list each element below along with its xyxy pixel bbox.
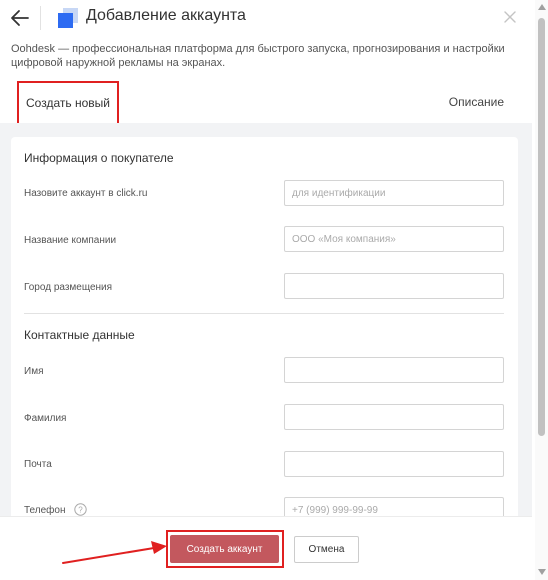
cancel-button[interactable]: Отмена — [294, 536, 359, 563]
contact-section-title: Контактные данные — [24, 328, 135, 342]
first-name-label: Имя — [24, 366, 44, 377]
squares-logo-icon — [58, 8, 78, 28]
svg-text:?: ? — [78, 506, 83, 515]
city-label: Город размещения — [24, 282, 113, 293]
section-divider — [24, 313, 504, 314]
form-content-area: Информация о покупателе Назовите аккаунт… — [0, 123, 532, 516]
tabs-bar: Создать новый Описание — [0, 80, 532, 125]
first-name-input[interactable] — [284, 357, 504, 383]
dialog-title: Добавление аккаунта — [86, 7, 246, 24]
scroll-down-arrow-icon[interactable] — [538, 569, 546, 575]
platform-description: Oohdesk — профессиональная платформа для… — [11, 43, 505, 69]
close-icon[interactable] — [503, 10, 517, 24]
phone-label: Телефон — [24, 505, 66, 516]
phone-input[interactable] — [284, 497, 504, 516]
company-name-label: Название компании — [24, 235, 117, 246]
dialog-header: Добавление аккаунта — [0, 0, 532, 36]
header-divider — [40, 6, 41, 30]
city-input[interactable] — [284, 273, 504, 299]
company-name-input[interactable] — [284, 226, 504, 252]
buyer-section-title: Информация о покупателе — [24, 151, 174, 165]
account-name-input[interactable] — [284, 180, 504, 206]
scrollbar-thumb[interactable] — [538, 18, 545, 436]
scroll-up-arrow-icon[interactable] — [538, 4, 546, 10]
tab-create-new[interactable]: Создать новый — [17, 81, 119, 125]
tab-description[interactable]: Описание — [449, 95, 504, 109]
create-account-button[interactable]: Создать аккаунт — [170, 535, 279, 563]
form-card: Информация о покупателе Назовите аккаунт… — [11, 137, 518, 516]
last-name-input[interactable] — [284, 404, 504, 430]
account-name-label: Назовите аккаунт в click.ru — [24, 188, 148, 199]
question-circle-icon[interactable]: ? — [74, 503, 87, 516]
arrow-left-icon[interactable] — [10, 8, 30, 28]
red-arrow-icon — [62, 541, 167, 564]
email-input[interactable] — [284, 451, 504, 477]
email-label: Почта — [24, 459, 52, 470]
tab-create-new-label: Создать новый — [26, 96, 110, 110]
last-name-label: Фамилия — [24, 413, 67, 424]
